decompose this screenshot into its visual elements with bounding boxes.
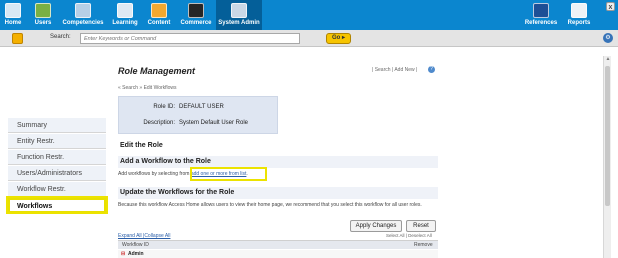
nav-system-admin[interactable]: System Admin	[216, 0, 262, 30]
breadcrumb[interactable]: « Search » Edit Workflows	[118, 85, 177, 91]
tab-summary[interactable]: Summary	[8, 118, 106, 133]
info-icon	[533, 3, 549, 18]
top-links[interactable]: | Search | Add New |	[372, 67, 417, 73]
search-label: Search:	[50, 34, 71, 40]
tab-workflow-restr[interactable]: Workflow Restr.	[8, 182, 106, 197]
nav-references[interactable]: References	[520, 0, 562, 30]
nav-users[interactable]: Users	[30, 0, 56, 30]
update-workflows-text: Because this workflow Access Home allows…	[118, 202, 422, 208]
vertical-scrollbar[interactable]: ▲	[603, 56, 611, 258]
home-icon	[5, 3, 21, 18]
description-label: Description:	[143, 120, 175, 126]
nav-commerce[interactable]: Commerce	[178, 0, 214, 30]
add-link-highlight	[190, 167, 267, 181]
select-deselect-links[interactable]: Select All | Deselect All	[386, 233, 432, 238]
add-workflow-heading: Add a Workflow to the Role	[118, 156, 438, 168]
reports-icon	[571, 3, 587, 18]
role-id-value: DEFAULT USER	[179, 104, 224, 110]
workflow-table-header: Workflow ID Remove	[118, 240, 438, 249]
users-icon	[35, 3, 51, 18]
search-bar: Search: Go ▸ ⚙	[0, 30, 618, 47]
page-title: Role Management	[118, 66, 196, 76]
tab-users-administrators[interactable]: Users/Administrators	[8, 166, 106, 181]
nav-home[interactable]: Home	[2, 0, 24, 30]
table-row[interactable]: ⊟ Admin	[118, 250, 438, 258]
nav-learning[interactable]: Learning	[110, 0, 140, 30]
content-icon	[151, 3, 167, 18]
expand-collapse-links[interactable]: Expand All |Collapse All	[118, 233, 170, 239]
reset-button[interactable]: Reset	[406, 220, 436, 232]
workflow-name: Admin	[128, 251, 144, 257]
apply-changes-button[interactable]: Apply Changes	[350, 220, 402, 232]
settings-icon[interactable]: ⚙	[603, 33, 613, 43]
role-id-label: Role ID:	[153, 104, 175, 110]
col-workflow-id: Workflow ID	[122, 242, 149, 248]
nav-content[interactable]: Content	[144, 0, 174, 30]
nav-reports[interactable]: Reports	[564, 0, 594, 30]
add-workflow-prefix: Add workflows by selecting from	[118, 171, 190, 177]
favorite-icon[interactable]	[12, 33, 23, 44]
close-icon[interactable]: x	[606, 2, 615, 11]
learning-icon	[117, 3, 133, 18]
scroll-thumb[interactable]	[605, 66, 610, 206]
competencies-icon	[75, 3, 91, 18]
collapse-icon[interactable]: ⊟	[121, 251, 125, 257]
tab-entity-restr[interactable]: Entity Restr.	[8, 134, 106, 149]
commerce-icon	[188, 3, 204, 18]
edit-role-heading: Edit the Role	[118, 140, 438, 152]
role-info-box: Role ID: DEFAULT USER Description: Syste…	[118, 96, 278, 134]
go-button[interactable]: Go ▸	[326, 33, 351, 44]
update-workflows-heading: Update the Workflows for the Role	[118, 187, 438, 199]
help-icon[interactable]: ?	[428, 66, 435, 73]
description-value: System Default User Role	[179, 120, 249, 126]
scroll-up-icon[interactable]: ▲	[604, 56, 612, 63]
system-admin-icon	[231, 3, 247, 18]
col-remove: Remove	[414, 242, 433, 248]
nav-competencies[interactable]: Competencies	[60, 0, 106, 30]
top-nav-bar: Home Users Competencies Learning Content…	[0, 0, 618, 30]
tab-function-restr[interactable]: Function Restr.	[8, 150, 106, 165]
tab-highlight	[6, 196, 108, 214]
main-content: Role Management | Search | Add New | ? «…	[110, 56, 440, 258]
search-input[interactable]	[80, 33, 300, 44]
